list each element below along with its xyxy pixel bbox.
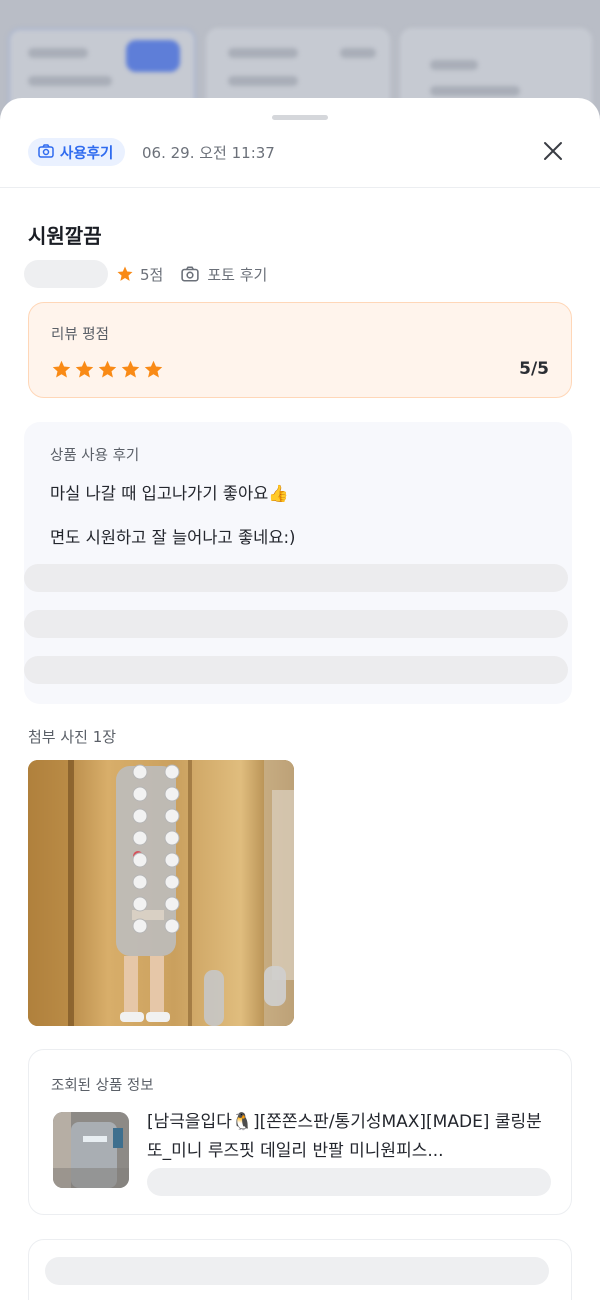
camera-icon	[38, 143, 54, 162]
review-timestamp: 06. 29. 오전 11:37	[142, 144, 275, 162]
review-meta: 5점 포토 후기	[24, 260, 267, 288]
star-icon	[117, 266, 133, 281]
loading-placeholder	[24, 564, 568, 592]
review-title: 시원깔끔	[28, 224, 102, 248]
close-button[interactable]	[538, 136, 568, 166]
review-type-badge: 사용후기	[28, 138, 126, 166]
attached-photo[interactable]	[28, 760, 294, 1026]
additional-info-card	[28, 1239, 572, 1300]
reviewer-name-placeholder	[24, 260, 108, 288]
product-card-title: 조회된 상품 정보	[51, 1078, 154, 1094]
close-icon	[544, 142, 562, 160]
star-icon	[52, 360, 71, 378]
usage-review-card: 상품 사용 후기 마실 나갈 때 입고나가기 좋아요👍 면도 시원하고 잘 늘어…	[24, 422, 572, 704]
product-name[interactable]: [남극을입다🐧][쫀쫀스판/통기성MAX][MADE] 쿨링분또_미니 루즈핏 …	[147, 1108, 557, 1166]
background-text	[430, 60, 478, 70]
background-text	[340, 48, 376, 58]
sheet-grab-handle[interactable]	[272, 115, 328, 120]
product-image	[53, 1112, 129, 1188]
photo-image	[28, 760, 294, 1026]
background-text	[28, 48, 88, 58]
loading-placeholder	[24, 610, 568, 638]
attachments-label: 첨부 사진 1장	[28, 728, 117, 746]
loading-placeholder	[24, 656, 568, 684]
usage-review-text: 마실 나갈 때 입고나가기 좋아요👍	[50, 484, 289, 503]
loading-placeholder	[147, 1168, 551, 1196]
camera-icon	[181, 266, 200, 282]
sheet-header: 사용후기 06. 29. 오전 11:37	[0, 134, 600, 188]
background-text	[228, 76, 298, 86]
review-detail-sheet: 사용후기 06. 29. 오전 11:37 시원깔끔 5점 포토 후기 리뷰 평…	[0, 98, 600, 1300]
usage-card-title: 상품 사용 후기	[50, 448, 140, 464]
background-text	[228, 48, 298, 58]
star-icon	[121, 360, 140, 378]
background-text	[430, 86, 520, 96]
review-type-label: 사용후기	[60, 145, 114, 162]
photo-review-label: 포토 후기	[207, 265, 268, 284]
background-button	[126, 40, 180, 72]
product-info-card[interactable]: 조회된 상품 정보 [남극을입다🐧][쫀쫀스판/통기성MAX][MADE] 쿨링…	[28, 1049, 572, 1215]
background-text	[28, 76, 112, 86]
rating-stars	[51, 359, 164, 380]
star-icon	[144, 360, 163, 378]
rating-card: 리뷰 평점 5/5	[28, 302, 572, 398]
star-icon	[75, 360, 94, 378]
loading-placeholder	[45, 1257, 549, 1285]
star-icon	[98, 360, 117, 378]
rating-card-title: 리뷰 평점	[51, 327, 109, 343]
product-thumbnail[interactable]	[53, 1112, 129, 1188]
rating-text: 5점	[140, 265, 164, 284]
usage-review-text: 면도 시원하고 잘 늘어나고 좋네요:)	[50, 528, 296, 547]
rating-score: 5/5	[519, 359, 549, 379]
